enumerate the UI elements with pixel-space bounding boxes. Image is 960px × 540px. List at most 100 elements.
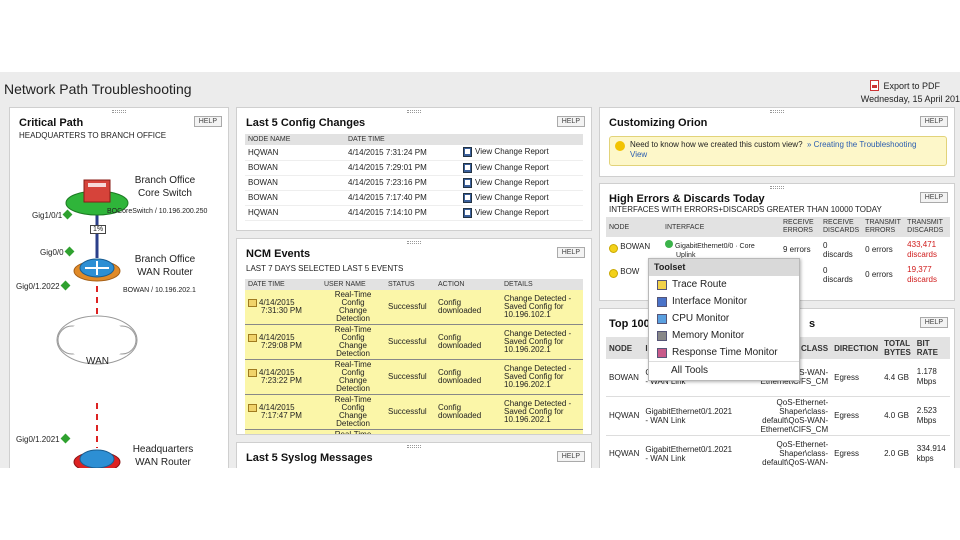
creating-view-link[interactable]: » Creating the Troubleshooting <box>807 140 916 149</box>
table-row: 4/14/2015 7:17:47 PM Real-Time Config Chang… <box>245 394 583 430</box>
column-header: USER NAME <box>321 279 385 290</box>
current-date: Wednesday, 15 April 201 <box>860 94 960 104</box>
config-event-icon <box>248 369 257 377</box>
column-header: NODE NAME <box>245 134 345 145</box>
view-change-report-link[interactable]: View Change Report <box>460 190 583 206</box>
view-change-report-link[interactable]: View Change Report <box>460 205 583 221</box>
view-change-report-link[interactable]: View Change Report <box>460 145 583 161</box>
column-header: INTERFACE <box>662 217 780 237</box>
table-row: HQWAN GigabitEthernet0/1.2021- WAN Link Qo… <box>606 396 950 436</box>
menu-item-response-time-monitor[interactable]: Response Time Monitor <box>649 344 799 361</box>
drag-handle[interactable] <box>407 241 421 244</box>
info-note: Need to know how we created this custom … <box>609 136 947 166</box>
table-row: 4/14/2015 7:29:08 PM Real-Time Config Chang… <box>245 324 583 360</box>
view-change-report-link[interactable]: View Change Report <box>460 160 583 176</box>
report-icon <box>463 192 472 203</box>
menu-item-memory-monitor[interactable]: Memory Monitor <box>649 327 799 344</box>
status-up-icon <box>665 239 673 248</box>
menu-item-cpu-monitor[interactable]: CPU Monitor <box>649 310 799 327</box>
column-header: RECEIVE ERRORS <box>780 217 820 237</box>
page-title: Network Path Troubleshooting <box>4 81 192 97</box>
status-warning-icon <box>609 269 618 278</box>
response-time-icon <box>657 347 667 358</box>
status-up-icon <box>60 280 71 291</box>
help-button[interactable]: HELP <box>919 116 948 127</box>
drag-handle[interactable] <box>770 110 784 113</box>
dashboard-page: Network Path Troubleshooting Export to P… <box>0 72 960 468</box>
panel-subtitle: INTERFACES WITH ERRORS+DISCARDS GREATER … <box>609 205 882 214</box>
interface-label: Gig0/1.2021 <box>16 433 71 444</box>
config-changes-table: NODE NAME DATE TIME HQWAN 4/14/2015 7:31:… <box>245 134 583 221</box>
export-label: Export to PDF <box>883 81 940 91</box>
panel-subtitle: LAST 7 DAYS SELECTED LAST 5 EVENTS <box>246 264 404 273</box>
report-icon <box>463 147 472 158</box>
core-switch-label[interactable]: Branch Office Core Switch <box>133 174 197 200</box>
column-header: TOTAL BYTES <box>881 337 914 359</box>
hq-router-icon <box>79 449 115 468</box>
column-header: DATE TIME <box>345 134 460 145</box>
export-pdf-link[interactable]: Export to PDF <box>870 78 940 91</box>
panel-title: Top 100 s <box>609 318 816 330</box>
ncm-events-table: DATE TIME USER NAME STATUS ACTION DETAIL… <box>245 279 583 434</box>
column-header: RECEIVE DISCARDS <box>820 217 863 237</box>
cpu-monitor-icon <box>657 313 667 324</box>
critical-path-panel: Critical Path HEADQUARTERS TO BRANCH OFF… <box>9 107 229 468</box>
panel-title: High Errors & Discards Today <box>609 193 765 205</box>
wan-router-address: BOWAN / 10.196.202.1 <box>123 287 196 294</box>
help-button[interactable]: HELP <box>919 317 948 328</box>
help-button[interactable]: HELP <box>919 192 948 203</box>
table-row: 4/14/2015 7:23:22 PM Real-Time Config Chang… <box>245 359 583 395</box>
view-change-report-link[interactable]: View Change Report <box>460 175 583 191</box>
hq-router-label[interactable]: Headquarters WAN Router <box>128 443 198 468</box>
toolset-header: Toolset <box>649 259 799 276</box>
drag-handle[interactable] <box>770 186 784 189</box>
status-warning-icon <box>609 244 618 253</box>
syslog-panel: Last 5 Syslog Messages HELP <box>236 442 592 468</box>
status-up-icon <box>64 246 75 257</box>
report-icon <box>463 162 472 173</box>
column-header: DIRECTION <box>831 337 882 359</box>
view-link[interactable]: View <box>630 150 647 159</box>
config-changes-panel: Last 5 Config Changes HELP NODE NAME DAT… <box>236 107 592 231</box>
status-up-icon <box>60 433 71 444</box>
interface-monitor-icon <box>657 296 667 307</box>
interface-label: Gig0/1.2022 <box>16 280 71 291</box>
column-header: BIT RATE <box>913 337 950 359</box>
table-row: BOWAN 4/14/2015 7:17:40 PM View Change Rep… <box>245 190 583 206</box>
cloud-label: WAN <box>86 356 109 367</box>
column-header: TRANSMIT ERRORS <box>862 217 905 237</box>
config-event-icon <box>248 404 257 412</box>
config-event-icon <box>248 334 257 342</box>
column-header: NODE <box>606 337 643 359</box>
trace-route-icon <box>657 279 667 290</box>
table-row: 4/14/2015 7:31:30 PM Real-Time Config Chang… <box>245 290 583 325</box>
config-event-icon <box>248 299 257 307</box>
table-row: BOWAN 4/14/2015 7:29:01 PM View Change Rep… <box>245 160 583 176</box>
ncm-events-panel: NCM Events LAST 7 DAYS SELECTED LAST 5 E… <box>236 238 592 435</box>
table-row: 4/14/20157:14:16 PMReal-Time ConfigChang… <box>245 429 583 434</box>
help-button[interactable]: HELP <box>556 451 585 462</box>
help-button[interactable]: HELP <box>556 116 585 127</box>
menu-item-all-tools[interactable]: All Tools <box>649 361 799 378</box>
note-text: Need to know how we created this custom … <box>630 140 803 149</box>
column-header: STATUS <box>385 279 435 290</box>
core-switch-address: BOCoreSwitch / 10.196.200.250 <box>107 208 208 215</box>
column-header: ACTION <box>435 279 501 290</box>
menu-item-interface-monitor[interactable]: Interface Monitor <box>649 293 799 310</box>
toolset-menu: Toolset Trace Route Interface Monitor CP… <box>648 258 800 381</box>
panel-title: NCM Events <box>246 248 311 260</box>
column-header <box>460 134 583 145</box>
panel-title: Last 5 Syslog Messages <box>246 452 373 464</box>
help-button[interactable]: HELP <box>556 247 585 258</box>
menu-item-trace-route[interactable]: Trace Route <box>649 276 799 293</box>
drag-handle[interactable] <box>407 445 421 448</box>
drag-handle[interactable] <box>407 110 421 113</box>
table-row: HQWAN 4/14/2015 7:14:10 PM View Change Rep… <box>245 205 583 221</box>
utilization-badge: 1% <box>90 225 107 234</box>
table-row: HQWAN GigabitEthernet0/1.2021- WAN Link Qo… <box>606 435 950 468</box>
interface-label: Gig1/0/1 <box>32 209 73 220</box>
panel-title: Last 5 Config Changes <box>246 117 366 129</box>
customizing-panel: Customizing Orion HELP Need to know how … <box>599 107 955 177</box>
wan-router-label[interactable]: Branch Office WAN Router <box>133 253 197 279</box>
report-icon <box>463 177 472 188</box>
